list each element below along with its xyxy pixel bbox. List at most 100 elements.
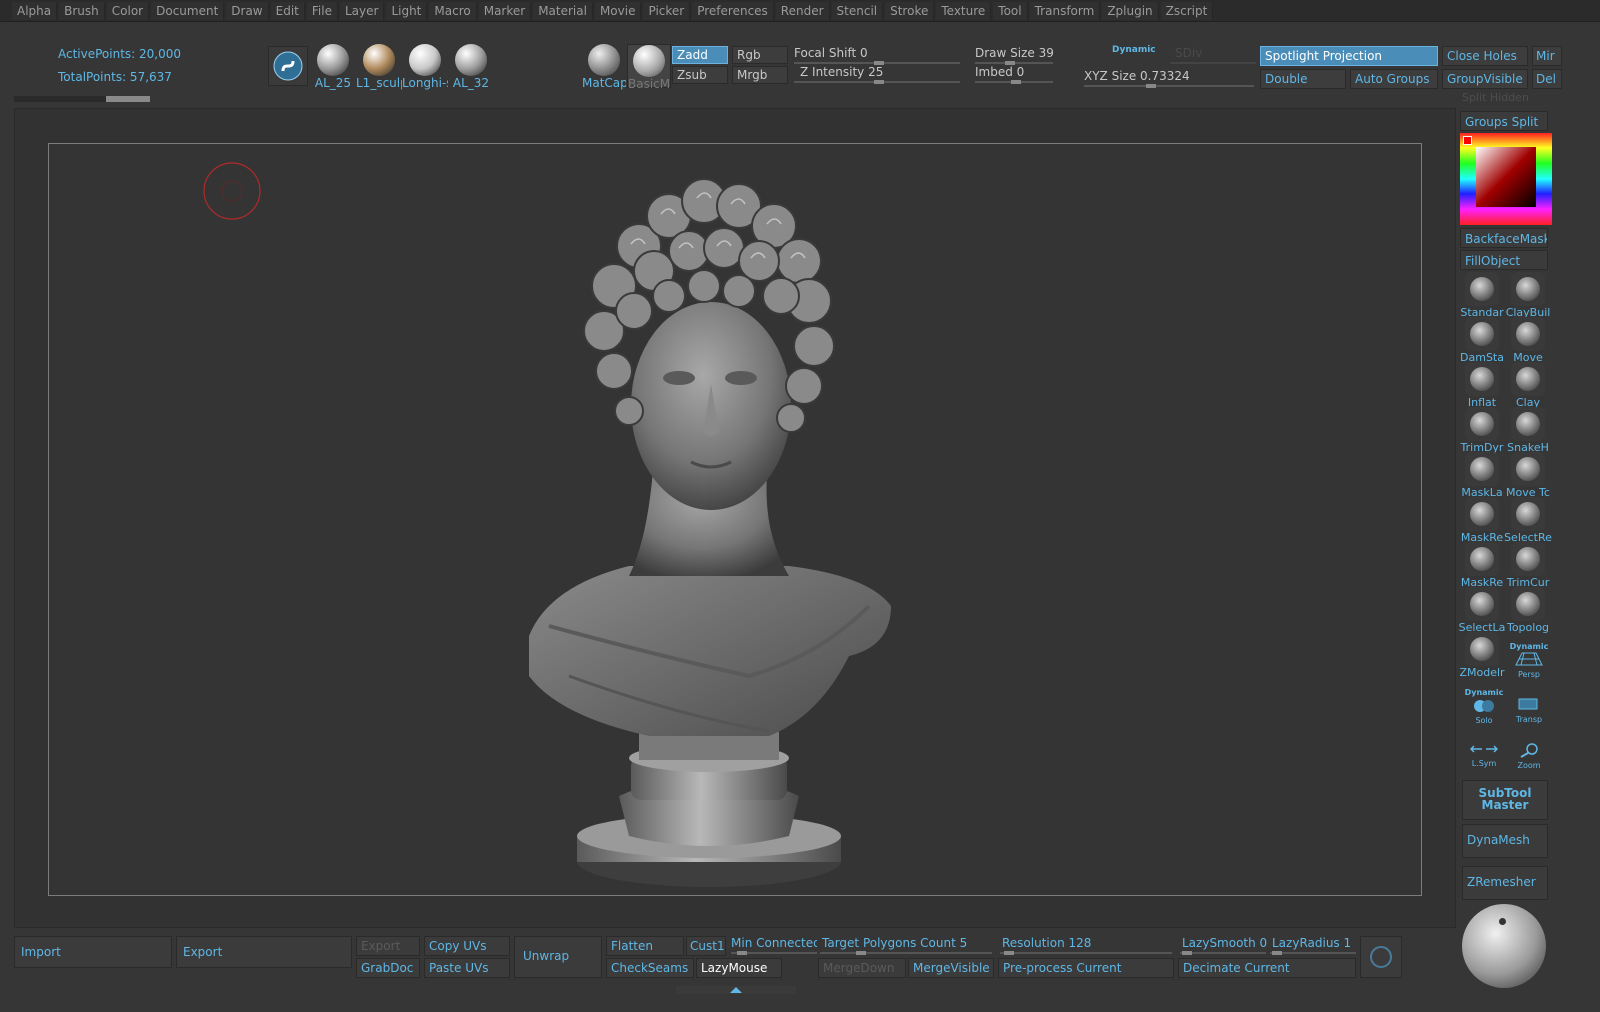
brush-claybuil[interactable]: ClayBuil — [1506, 272, 1550, 319]
menu-layer[interactable]: Layer — [339, 1, 385, 20]
tool-button[interactable] — [268, 46, 308, 86]
imbed-slider[interactable]: Imbed 0 — [975, 65, 1024, 79]
min-connected-slider[interactable]: Min Connected I — [731, 936, 817, 950]
brush-clay[interactable]: Clay — [1506, 362, 1550, 409]
rgb-button[interactable]: Rgb — [732, 46, 788, 64]
menu-stencil[interactable]: Stencil — [831, 1, 884, 20]
export-uvs-button[interactable]: Export — [356, 936, 420, 956]
menu-file[interactable]: File — [306, 1, 338, 20]
menu-color[interactable]: Color — [106, 1, 150, 20]
menu-alpha[interactable]: Alpha — [12, 1, 58, 20]
persp-button[interactable]: Dynamic Persp — [1506, 642, 1552, 682]
menu-edit[interactable]: Edit — [270, 1, 305, 20]
resolution-knob[interactable] — [1004, 951, 1014, 955]
lsym-button[interactable]: L.Sym — [1462, 742, 1506, 776]
menu-preferences[interactable]: Preferences — [692, 1, 774, 20]
lazysmooth-track[interactable] — [1180, 951, 1266, 955]
document-canvas[interactable] — [48, 143, 1422, 896]
target-polygons-track[interactable] — [820, 951, 992, 955]
lazyradius-slider[interactable]: LazyRadius 1 — [1272, 936, 1351, 950]
imbed-track[interactable] — [975, 80, 1053, 84]
sculpt-bust-model[interactable] — [519, 156, 899, 891]
brush-standar[interactable]: Standar — [1460, 272, 1504, 319]
menu-light[interactable]: Light — [386, 1, 428, 20]
menu-document[interactable]: Document — [151, 1, 225, 20]
fill-object-button[interactable]: FillObject — [1460, 250, 1548, 270]
menu-transform[interactable]: Transform — [1029, 1, 1101, 20]
zsub-button[interactable]: Zsub — [672, 66, 728, 84]
target-polygons-knob[interactable] — [856, 951, 866, 955]
menu-texture[interactable]: Texture — [936, 1, 992, 20]
export-button[interactable]: Export — [176, 936, 352, 968]
imbed-knob[interactable] — [1011, 80, 1021, 84]
menu-render[interactable]: Render — [775, 1, 830, 20]
color-picker[interactable] — [1460, 133, 1552, 225]
spotlight-projection-button[interactable]: Spotlight Projection — [1260, 46, 1438, 66]
brush-maskla[interactable]: MaskLa — [1460, 452, 1504, 499]
brush-topolog[interactable]: Topolog — [1506, 587, 1550, 634]
lazysmooth-knob[interactable] — [1182, 951, 1192, 955]
solo-button[interactable]: Dynamic Solo — [1462, 688, 1506, 728]
menu-zplugin[interactable]: Zplugin — [1102, 1, 1159, 20]
xyz-size-track[interactable] — [1084, 84, 1254, 88]
import-button[interactable]: Import — [14, 936, 172, 968]
navigation-sphere[interactable] — [1462, 904, 1546, 988]
lazysmooth-slider[interactable]: LazySmooth 0 — [1182, 936, 1267, 950]
min-connected-knob[interactable] — [737, 951, 747, 955]
z-intensity-track[interactable] — [794, 80, 960, 84]
checkseams-button[interactable]: CheckSeams — [606, 958, 694, 978]
preprocess-current-button[interactable]: Pre-process Current — [998, 958, 1174, 978]
polypaint-button[interactable] — [1360, 936, 1402, 978]
brush-maskre[interactable]: MaskRe — [1460, 497, 1504, 544]
lazyradius-knob[interactable] — [1272, 951, 1282, 955]
main-color-swatch[interactable] — [1463, 136, 1472, 145]
dynamesh-button[interactable]: DynaMesh — [1462, 824, 1548, 858]
zremesher-button[interactable]: ZRemesher — [1462, 866, 1548, 900]
cust1-button[interactable]: Cust1 — [686, 936, 726, 956]
z-intensity-slider[interactable]: Z Intensity 25 — [800, 65, 883, 79]
group-visible-button[interactable]: GroupVisible — [1442, 69, 1528, 89]
lazymouse-button[interactable]: LazyMouse — [696, 958, 782, 978]
mirror-button[interactable]: Mir — [1532, 46, 1562, 66]
brush-damsta[interactable]: DamSta — [1460, 317, 1504, 364]
menu-material[interactable]: Material — [533, 1, 593, 20]
paste-uvs-button[interactable]: Paste UVs — [424, 958, 510, 978]
menu-marker[interactable]: Marker — [478, 1, 532, 20]
menu-tool[interactable]: Tool — [993, 1, 1028, 20]
decimate-current-button[interactable]: Decimate Current — [1178, 958, 1356, 978]
matcap-button[interactable]: MatCap — [582, 44, 626, 90]
xyz-size-knob[interactable] — [1146, 84, 1156, 88]
groups-split-button[interactable]: Groups Split — [1460, 111, 1548, 131]
resolution-slider[interactable]: Resolution 128 — [1002, 936, 1091, 950]
menu-movie[interactable]: Movie — [594, 1, 642, 20]
z-intensity-knob[interactable] — [874, 80, 884, 84]
menu-draw[interactable]: Draw — [226, 1, 269, 20]
material-longhi-s[interactable]: Longhi-s — [402, 44, 448, 90]
brush-inflat[interactable]: Inflat — [1460, 362, 1504, 409]
mergevisible-button[interactable]: MergeVisible — [908, 958, 994, 978]
resolution-track[interactable] — [1000, 951, 1172, 955]
sdiv-track[interactable] — [1170, 62, 1256, 64]
min-connected-track[interactable] — [731, 951, 817, 955]
brush-maskre[interactable]: MaskRe — [1460, 542, 1504, 589]
brush-trimdyr[interactable]: TrimDyr — [1460, 407, 1504, 454]
auto-groups-button[interactable]: Auto Groups — [1350, 69, 1438, 89]
menu-stroke[interactable]: Stroke — [885, 1, 935, 20]
mrgb-button[interactable]: Mrgb — [732, 66, 788, 84]
brush-zmodelr[interactable]: ZModelr — [1459, 632, 1505, 679]
brush-move[interactable]: Move — [1506, 317, 1550, 364]
transp-button[interactable]: Transp — [1506, 696, 1552, 732]
brush-snakeh[interactable]: SnakeH — [1506, 407, 1550, 454]
brush-selectla[interactable]: SelectLa — [1459, 587, 1505, 634]
brush-selectre[interactable]: SelectRe — [1504, 497, 1552, 544]
delete-button[interactable]: Del — [1532, 69, 1562, 89]
copy-uvs-button[interactable]: Copy UVs — [424, 936, 510, 956]
zadd-button[interactable]: Zadd — [672, 46, 728, 64]
zoom-button[interactable]: Zoom — [1506, 742, 1552, 776]
focal-shift-track[interactable] — [794, 61, 960, 65]
color-picker-square[interactable] — [1476, 147, 1536, 207]
menu-picker[interactable]: Picker — [643, 1, 691, 20]
subtool-master-button[interactable]: SubTool Master — [1462, 780, 1548, 820]
basic-material-button[interactable]: BasicMa — [627, 44, 671, 91]
draw-size-track[interactable] — [975, 61, 1053, 65]
